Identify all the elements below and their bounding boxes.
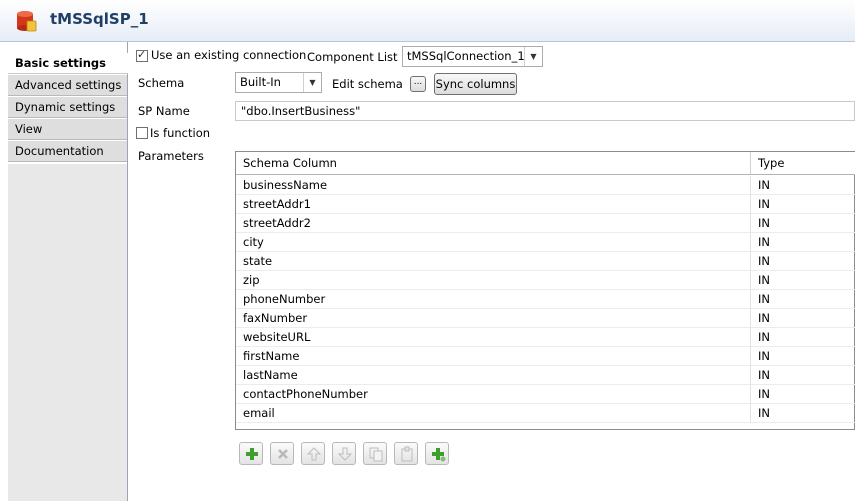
sidebar-item-advanced-settings[interactable]: Advanced settings bbox=[8, 75, 127, 96]
component-list-label: Component List bbox=[307, 50, 398, 64]
type-cell[interactable]: IN bbox=[750, 385, 855, 404]
component-header: tMSSqlSP_1 bbox=[0, 0, 855, 42]
schema-column-cell: email bbox=[243, 406, 275, 420]
sidebar-empty-area bbox=[8, 164, 127, 501]
type-cell[interactable]: IN bbox=[750, 366, 855, 385]
schema-column-cell: streetAddr2 bbox=[243, 216, 311, 230]
sidebar-item-documentation[interactable]: Documentation bbox=[8, 141, 127, 162]
sp-name-label: SP Name bbox=[138, 104, 190, 118]
move-down-button[interactable] bbox=[332, 442, 356, 465]
type-cell[interactable]: IN bbox=[750, 233, 855, 252]
is-function-checkbox[interactable] bbox=[136, 127, 148, 139]
type-cell[interactable]: IN bbox=[750, 347, 855, 366]
table-row[interactable]: contactPhoneNumber IN bbox=[236, 385, 855, 404]
table-row[interactable]: streetAddr1 IN bbox=[236, 195, 855, 214]
table-row[interactable]: businessName IN bbox=[236, 176, 855, 195]
table-row[interactable]: email IN bbox=[236, 404, 855, 423]
schema-column-cell: websiteURL bbox=[243, 330, 311, 344]
schema-label: Schema bbox=[138, 76, 185, 90]
edit-schema-button[interactable]: ... bbox=[410, 76, 426, 92]
column-header-type[interactable]: Type bbox=[750, 152, 855, 174]
table-row[interactable]: faxNumber IN bbox=[236, 309, 855, 328]
copy-button[interactable] bbox=[363, 442, 387, 465]
paste-icon bbox=[401, 446, 413, 462]
type-cell[interactable]: IN bbox=[750, 290, 855, 309]
paste-button[interactable] bbox=[394, 442, 418, 465]
type-cell[interactable]: IN bbox=[750, 195, 855, 214]
database-component-icon bbox=[17, 11, 37, 32]
table-row[interactable]: city IN bbox=[236, 233, 855, 252]
column-header-schema-column[interactable]: Schema Column bbox=[236, 152, 750, 174]
table-row[interactable]: zip IN bbox=[236, 271, 855, 290]
schema-column-cell: contactPhoneNumber bbox=[243, 387, 368, 401]
basic-settings-panel: Use an existing connection Component Lis… bbox=[129, 42, 855, 501]
table-row[interactable]: state IN bbox=[236, 252, 855, 271]
component-list-value: tMSSqlConnection_1 bbox=[407, 49, 525, 63]
schema-value: Built-In bbox=[240, 75, 281, 89]
copy-icon bbox=[369, 447, 383, 462]
add-all-icon bbox=[432, 448, 446, 462]
edit-schema-label: Edit schema bbox=[332, 77, 403, 91]
sp-name-input[interactable]: "dbo.InsertBusiness" bbox=[235, 101, 855, 121]
table-row[interactable]: lastName IN bbox=[236, 366, 855, 385]
table-row[interactable]: websiteURL IN bbox=[236, 328, 855, 347]
is-function-label: Is function bbox=[150, 126, 211, 140]
schema-column-cell: phoneNumber bbox=[243, 292, 326, 306]
sidebar-item-dynamic-settings[interactable]: Dynamic settings bbox=[8, 97, 127, 118]
parameters-label: Parameters bbox=[138, 149, 204, 163]
schema-column-cell: businessName bbox=[243, 178, 328, 192]
type-cell[interactable]: IN bbox=[750, 404, 855, 423]
sidebar-item-basic-settings[interactable]: Basic settings bbox=[8, 53, 128, 74]
use-existing-connection-checkbox[interactable] bbox=[136, 48, 148, 62]
move-up-icon bbox=[306, 447, 322, 461]
schema-column-cell: firstName bbox=[243, 349, 300, 363]
remove-icon bbox=[278, 449, 288, 459]
add-icon bbox=[246, 448, 258, 460]
add-all-button[interactable] bbox=[425, 442, 449, 465]
schema-column-cell: lastName bbox=[243, 368, 298, 382]
sidebar-item-view[interactable]: View bbox=[8, 119, 127, 140]
schema-select[interactable]: Built-In ▼ bbox=[235, 72, 322, 93]
table-row[interactable]: streetAddr2 IN bbox=[236, 214, 855, 233]
sync-columns-button[interactable]: Sync columns bbox=[434, 73, 517, 95]
move-up-button[interactable] bbox=[301, 442, 325, 465]
use-existing-connection-label: Use an existing connection bbox=[151, 48, 307, 62]
type-cell[interactable]: IN bbox=[750, 176, 855, 195]
type-cell[interactable]: IN bbox=[750, 328, 855, 347]
component-list-select[interactable]: tMSSqlConnection_1 ▼ bbox=[402, 46, 543, 67]
move-down-icon bbox=[337, 447, 353, 461]
parameters-table: Schema Column Type businessName IN streetA… bbox=[235, 151, 855, 430]
settings-sidebar: Basic settings Advanced settings Dynamic… bbox=[0, 42, 128, 501]
schema-column-cell: streetAddr1 bbox=[243, 197, 311, 211]
component-title: tMSSqlSP_1 bbox=[50, 10, 149, 28]
remove-row-button[interactable] bbox=[270, 442, 294, 465]
chevron-down-icon[interactable]: ▼ bbox=[524, 47, 542, 66]
type-cell[interactable]: IN bbox=[750, 252, 855, 271]
type-cell[interactable]: IN bbox=[750, 271, 855, 290]
type-cell[interactable]: IN bbox=[750, 214, 855, 233]
schema-column-cell: faxNumber bbox=[243, 311, 308, 325]
table-row[interactable]: firstName IN bbox=[236, 347, 855, 366]
table-header: Schema Column Type bbox=[236, 152, 855, 175]
schema-column-cell: zip bbox=[243, 273, 260, 287]
schema-column-cell: city bbox=[243, 235, 264, 249]
chevron-down-icon[interactable]: ▼ bbox=[303, 73, 321, 92]
schema-column-cell: state bbox=[243, 254, 273, 268]
type-cell[interactable]: IN bbox=[750, 309, 855, 328]
table-row[interactable]: phoneNumber IN bbox=[236, 290, 855, 309]
add-row-button[interactable] bbox=[239, 442, 263, 465]
